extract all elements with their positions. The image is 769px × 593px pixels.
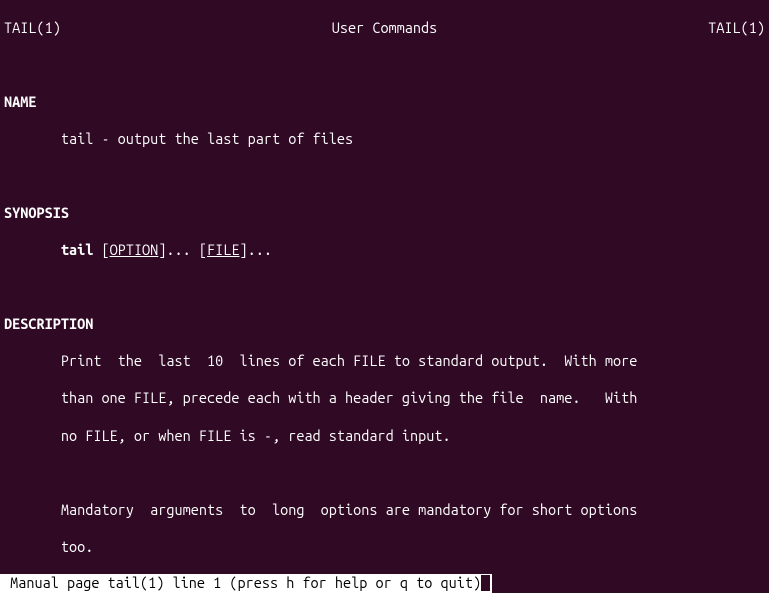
pager-status-line[interactable]: Manual page tail(1) line 1 (press h for … bbox=[0, 574, 492, 593]
description-p1-l1: Print the last 10 lines of each FILE to … bbox=[4, 352, 765, 371]
header-center: User Commands bbox=[332, 19, 438, 38]
cursor-icon bbox=[481, 575, 490, 591]
header-right: TAIL(1) bbox=[708, 19, 765, 38]
description-p2-l1: Mandatory arguments to long options are … bbox=[4, 501, 765, 520]
section-synopsis-header: SYNOPSIS bbox=[4, 204, 765, 223]
man-page-viewport: TAIL(1) User Commands TAIL(1) NAME tail - … bbox=[0, 0, 769, 593]
description-p1-l2: than one FILE, precede each with a heade… bbox=[4, 389, 765, 408]
header-left: TAIL(1) bbox=[4, 19, 61, 38]
section-description-header: DESCRIPTION bbox=[4, 315, 765, 334]
description-p1-l3: no FILE, or when FILE is -, read standar… bbox=[4, 427, 765, 446]
section-name-header: NAME bbox=[4, 93, 765, 112]
synopsis-line: tail [OPTION]... [FILE]... bbox=[4, 241, 765, 260]
man-header: TAIL(1) User Commands TAIL(1) bbox=[4, 19, 765, 38]
name-body: tail - output the last part of files bbox=[4, 130, 765, 149]
description-p2-l2: too. bbox=[4, 538, 765, 557]
